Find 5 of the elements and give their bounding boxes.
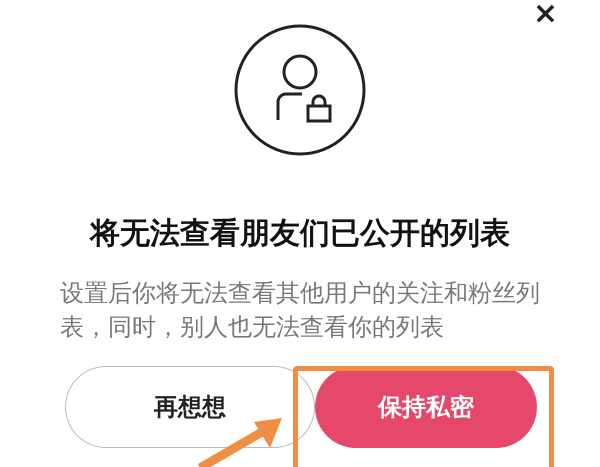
dialog-title: 将无法查看朋友们已公开的列表: [90, 215, 510, 253]
private-account-icon: [234, 24, 366, 156]
close-button[interactable]: ×: [528, 0, 562, 28]
cancel-button[interactable]: 再想想: [65, 366, 315, 448]
dialog-message: 设置后你将无法查看其他用户的关注和粉丝列表，同时，别人也无法查看你的列表: [60, 278, 540, 343]
